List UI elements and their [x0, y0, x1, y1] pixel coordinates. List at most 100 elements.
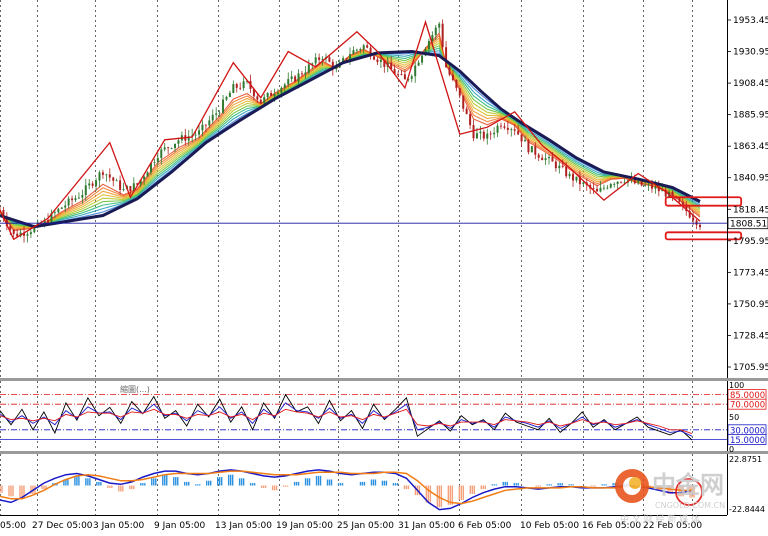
candle-body	[620, 181, 623, 183]
y-tick-label: 1818.45	[733, 205, 768, 215]
y-tick-label: 1885.95	[733, 111, 768, 121]
candle-body	[300, 73, 303, 75]
candle-body	[283, 84, 286, 88]
candle-body	[270, 92, 273, 96]
candle-body	[290, 76, 293, 80]
candle-body	[496, 125, 499, 133]
candle-body	[177, 140, 180, 144]
candle-body	[599, 187, 602, 192]
y-tick-label: 1908.45	[733, 79, 768, 89]
candle-body	[198, 130, 201, 135]
candle-body	[448, 67, 451, 75]
candle-body	[119, 180, 122, 190]
candle-body	[582, 182, 585, 185]
candle-body	[561, 165, 564, 167]
candle-body	[513, 129, 516, 131]
candle-body	[541, 157, 544, 161]
y-tick-label: 1750.95	[733, 300, 768, 310]
candle-body	[239, 87, 242, 89]
candle-body	[129, 186, 132, 191]
candle-body	[434, 27, 437, 35]
candle-body	[294, 76, 297, 82]
candle-body	[222, 99, 225, 113]
candle-body	[558, 165, 561, 169]
candle-body	[458, 88, 461, 96]
candle-body	[12, 229, 15, 234]
candle-body	[681, 201, 684, 205]
candle-body	[427, 40, 430, 50]
candle-body	[644, 184, 647, 186]
candle-body	[208, 120, 211, 126]
candle-body	[379, 59, 382, 62]
candle-body	[163, 147, 166, 150]
candle-body	[554, 161, 557, 169]
x-axis-label: 3 Jan 05:00	[93, 521, 145, 531]
candle-body	[699, 224, 701, 228]
candle-body	[441, 23, 444, 48]
candle-body	[616, 181, 619, 184]
candle-body	[115, 180, 118, 182]
candle-body	[640, 181, 643, 186]
candle-body	[671, 191, 674, 197]
candle-body	[486, 133, 489, 139]
candle-body	[153, 162, 156, 164]
candle-body	[479, 131, 482, 134]
candle-body	[355, 49, 358, 51]
candle-body	[101, 172, 104, 175]
candle-body	[287, 79, 290, 85]
oscillator-legend: 縮圖(...)	[120, 384, 150, 394]
candle-body	[530, 146, 533, 153]
candle-body	[568, 173, 571, 177]
candle-body	[489, 133, 492, 135]
candle-body	[520, 134, 523, 142]
candle-body	[345, 58, 348, 60]
x-axis-label: 19 Jan 05:00	[276, 521, 333, 531]
candle-body	[314, 57, 317, 64]
panel-separator	[0, 451, 768, 454]
candle-body	[537, 154, 540, 158]
candle-body	[29, 232, 32, 235]
candle-body	[469, 114, 472, 126]
candle-body	[84, 185, 87, 196]
candle-body	[328, 57, 331, 62]
candle-body	[167, 147, 170, 149]
watermark-url: CNGOLD.COM.CN	[655, 501, 725, 510]
candle-body	[77, 197, 80, 199]
candle-body	[510, 129, 513, 131]
oscillator-y-label: 50	[729, 413, 739, 422]
candle-body	[482, 131, 485, 139]
candle-body	[455, 79, 458, 89]
x-axis-label: 10 Feb 05:00	[520, 521, 579, 531]
oscillator-level-label: 70.0000	[730, 401, 765, 411]
candle-body	[465, 108, 468, 115]
candle-body	[403, 74, 406, 80]
candle-body	[451, 74, 454, 80]
candle-body	[534, 146, 537, 155]
candle-body	[88, 183, 91, 186]
candle-body	[397, 74, 400, 75]
candle-body	[170, 147, 173, 149]
candle-body	[194, 134, 197, 136]
candle-body	[242, 81, 245, 89]
candle-body	[475, 133, 478, 139]
y-tick-label: 1795.95	[733, 237, 768, 247]
x-axis-label: 6 Feb 05:00	[458, 521, 512, 531]
oscillator-y-label: 100	[729, 381, 744, 390]
current-price-label: 1808.51	[730, 220, 767, 230]
candle-body	[235, 84, 238, 88]
candle-body	[256, 96, 259, 100]
candle-body	[692, 217, 695, 221]
candle-body	[572, 173, 575, 181]
candle-body	[60, 207, 63, 209]
candle-body	[551, 157, 554, 162]
candle-body	[647, 184, 650, 186]
candle-body	[146, 172, 149, 177]
candle-body	[613, 183, 616, 185]
candle-body	[506, 127, 509, 130]
candle-body	[373, 56, 376, 60]
candle-body	[602, 187, 605, 189]
candle-body	[366, 45, 369, 48]
candle-body	[64, 205, 67, 208]
x-axis-label: 05:00	[0, 521, 26, 531]
candle-body	[678, 197, 681, 202]
